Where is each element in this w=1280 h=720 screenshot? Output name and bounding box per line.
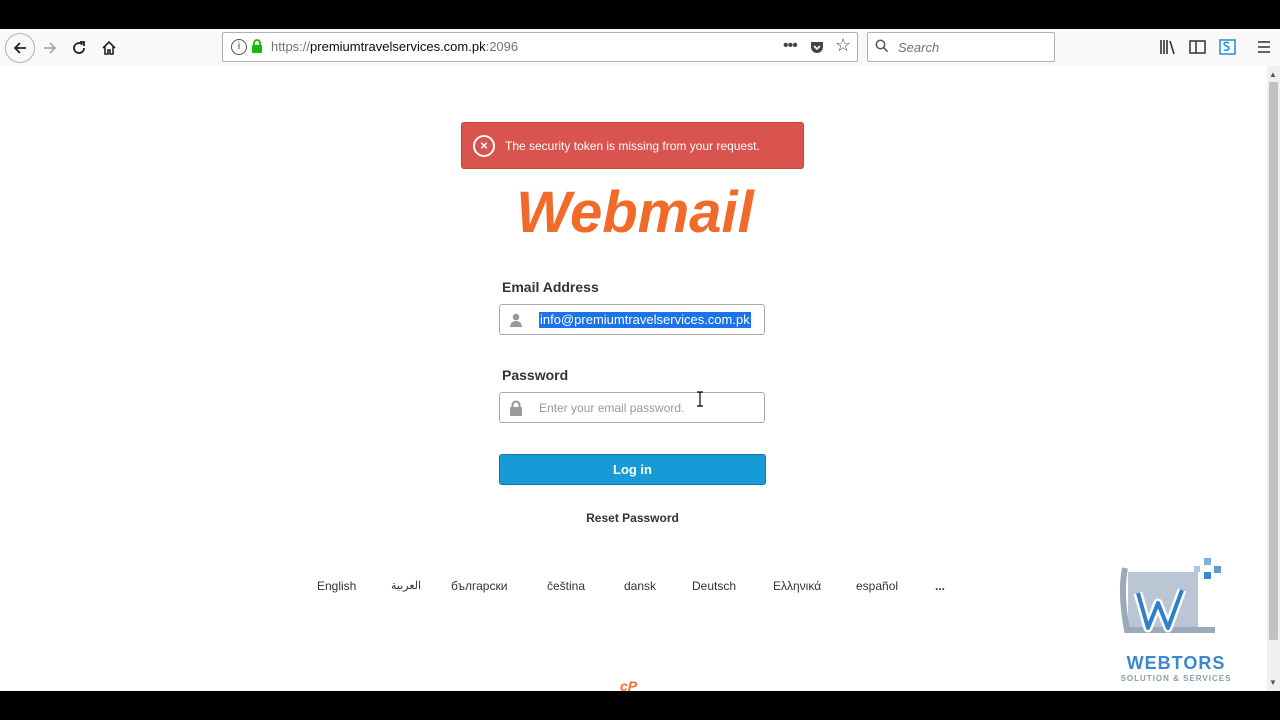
error-message: The security token is missing from your … <box>505 139 760 153</box>
cpanel-logo: cP <box>620 678 638 691</box>
lang-greek[interactable]: Ελληνικά <box>773 579 821 593</box>
email-value: info@premiumtravelservices.com.pk <box>539 312 751 328</box>
url-text[interactable]: https://premiumtravelservices.com.pk:209… <box>271 39 518 54</box>
webtors-watermark: WEBTORS SOLUTION & SERVICES <box>1108 558 1248 690</box>
site-info-icon[interactable]: i <box>231 39 247 55</box>
lang-arabic[interactable]: العربية <box>391 579 421 592</box>
forward-button[interactable] <box>35 33 65 63</box>
webtors-title: WEBTORS <box>1126 653 1226 673</box>
lang-english[interactable]: English <box>317 579 356 593</box>
more-languages-button[interactable]: ... <box>935 579 945 593</box>
home-button[interactable] <box>94 33 124 63</box>
url-port: :2096 <box>485 39 519 54</box>
password-field[interactable]: Enter your email password. <box>499 391 765 423</box>
bookmark-star-icon[interactable]: ☆ <box>835 35 851 56</box>
password-placeholder: Enter your email password. <box>539 401 685 415</box>
secure-lock-icon[interactable] <box>250 39 264 53</box>
url-host: premiumtravelservices.com.pk <box>310 39 486 54</box>
login-button[interactable]: Log in <box>499 454 766 485</box>
menu-hamburger-icon[interactable] <box>1255 37 1275 57</box>
back-arrow-icon <box>13 42 26 54</box>
webmail-logo: Webmail <box>516 184 755 244</box>
forward-arrow-icon <box>44 42 57 54</box>
page-scrollbar[interactable]: ▲ ▼ <box>1267 66 1280 691</box>
scroll-down-arrow-icon[interactable]: ▼ <box>1269 678 1277 687</box>
lang-danish[interactable]: dansk <box>624 579 656 593</box>
error-close-glyph: × <box>480 138 488 153</box>
lang-czech[interactable]: čeština <box>547 579 585 593</box>
password-label: Password <box>502 367 569 383</box>
webmail-login-page: × The security token is missing from you… <box>0 66 1267 691</box>
email-field[interactable]: info@premiumtravelservices.com.pk <box>499 304 765 335</box>
screenshot-extension-icon[interactable] <box>1218 37 1238 57</box>
error-alert: × The security token is missing from you… <box>461 122 804 169</box>
reset-password-link[interactable]: Reset Password <box>560 511 705 525</box>
bottom-frame <box>0 691 1280 720</box>
url-scheme: https:// <box>271 39 311 54</box>
scroll-thumb[interactable] <box>1269 82 1278 640</box>
browser-toolbar: i https://premiumtravelservices.com.pk:2… <box>0 29 1280 67</box>
email-label: Email Address <box>502 279 599 295</box>
home-icon <box>102 40 116 55</box>
search-bar[interactable]: Search <box>867 32 1055 62</box>
lock-icon <box>510 400 522 416</box>
search-icon <box>875 39 889 53</box>
reload-icon <box>73 41 85 54</box>
page-actions-icon[interactable]: ••• <box>783 37 798 55</box>
search-placeholder: Search <box>898 40 940 55</box>
text-cursor-icon <box>697 391 703 407</box>
webtors-logo-icon <box>1119 558 1221 633</box>
address-bar[interactable]: i https://premiumtravelservices.com.pk:2… <box>222 32 858 62</box>
lang-bulgarian[interactable]: български <box>451 579 507 593</box>
back-button[interactable] <box>5 33 35 63</box>
webtors-subtitle: SOLUTION & SERVICES <box>1120 674 1232 683</box>
user-icon <box>510 313 522 327</box>
error-close-icon: × <box>473 135 495 157</box>
lang-german[interactable]: Deutsch <box>692 579 736 593</box>
webmail-logo-text: Webmail <box>516 184 755 244</box>
reload-button[interactable] <box>64 33 94 63</box>
window-title-bar <box>0 0 1280 29</box>
pocket-icon[interactable] <box>809 39 825 55</box>
scroll-up-arrow-icon[interactable]: ▲ <box>1269 70 1277 79</box>
sidebar-toggle-icon[interactable] <box>1188 37 1208 57</box>
lang-spanish[interactable]: español <box>856 579 898 593</box>
library-icon[interactable] <box>1158 37 1178 57</box>
